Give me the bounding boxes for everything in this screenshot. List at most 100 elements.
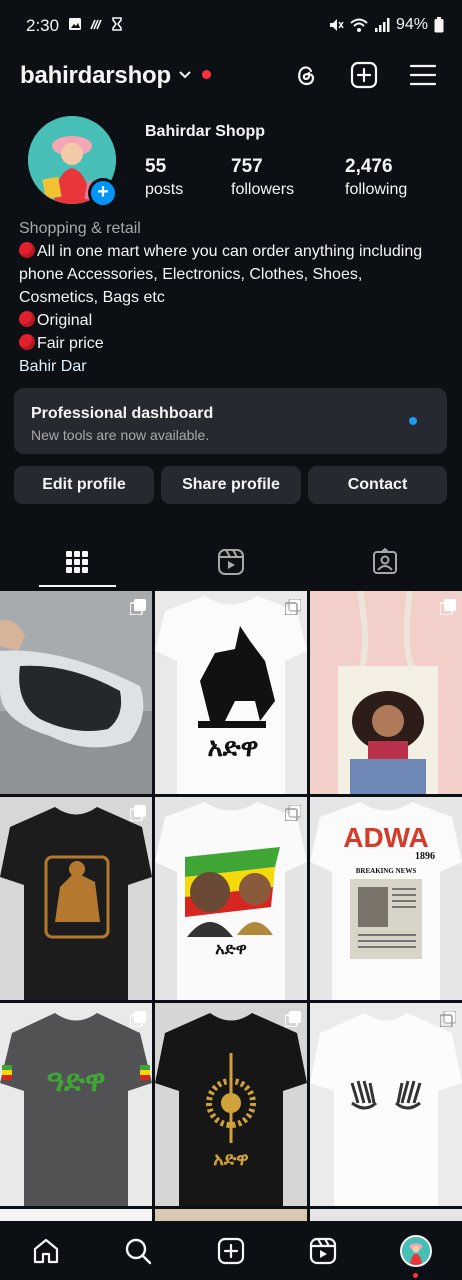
- profile-bio: Shopping & retail All in one mart where …: [19, 217, 449, 378]
- red-circle-icon: [19, 242, 35, 258]
- red-circle-icon: [19, 311, 35, 327]
- notification-dot: [202, 70, 211, 79]
- following-count: 2,476: [345, 156, 393, 177]
- multiple-posts-icon: [130, 805, 146, 821]
- bio-text: Fair price: [37, 335, 104, 352]
- post-grey-tshirt[interactable]: ዓድዋ: [0, 1003, 152, 1206]
- profile-header: bahirdarshop: [0, 52, 462, 100]
- multiple-posts-icon: [440, 599, 456, 615]
- chevron-down-icon[interactable]: [178, 70, 192, 80]
- status-bar: 2:30 94%: [0, 0, 462, 52]
- profile-avatar: [400, 1235, 432, 1267]
- nav-profile[interactable]: [400, 1235, 432, 1267]
- post-image: [310, 1003, 462, 1206]
- bio-line: Original: [19, 309, 449, 332]
- bio-line: Fair price: [19, 332, 449, 355]
- post-image: ADWA 1896 BREAKING NEWS: [310, 797, 462, 1000]
- create-icon: [217, 1237, 245, 1265]
- profile-tabs: [0, 536, 462, 588]
- status-time: 2:30: [26, 16, 60, 35]
- dashboard-subtitle: New tools are now available.: [31, 427, 210, 443]
- post-partial[interactable]: [310, 1209, 462, 1221]
- post-partial[interactable]: [0, 1209, 152, 1221]
- threads-button[interactable]: [291, 60, 321, 90]
- mute-icon: [329, 19, 344, 31]
- post-horseman-tshirt[interactable]: አድዋ: [155, 591, 307, 794]
- post-caption: BREAKING NEWS: [356, 867, 417, 875]
- multiple-posts-icon: [440, 1011, 456, 1027]
- post-text: አድዋ: [213, 1149, 248, 1170]
- location-link[interactable]: Bahir Dar: [19, 355, 449, 378]
- contact-button[interactable]: Contact: [308, 466, 447, 504]
- add-story-button[interactable]: +: [88, 178, 118, 208]
- wifi-calling-icon: [90, 19, 102, 30]
- bottom-navigation: [0, 1221, 462, 1280]
- share-profile-button[interactable]: Share profile: [161, 466, 301, 504]
- display-name: Bahirdar Shopp: [145, 123, 266, 140]
- post-adwa-newspaper-tshirt[interactable]: ADWA 1896 BREAKING NEWS: [310, 797, 462, 1000]
- wifi-icon: [350, 18, 368, 32]
- post-text: አድዋ: [207, 733, 258, 763]
- post-hands-tshirt[interactable]: [310, 1003, 462, 1206]
- category-label: Shopping & retail: [19, 220, 141, 237]
- nav-search[interactable]: [122, 1235, 154, 1267]
- post-text: ዓድዋ: [46, 1064, 105, 1099]
- nav-reels[interactable]: [307, 1235, 339, 1267]
- post-image: [310, 591, 462, 794]
- multiple-posts-icon: [130, 1011, 146, 1027]
- tab-reels[interactable]: [154, 536, 308, 588]
- following-label: following: [345, 181, 408, 198]
- bio-line: All in one mart where you can order anyt…: [19, 240, 449, 263]
- menu-icon: [409, 64, 437, 86]
- create-button[interactable]: [349, 60, 379, 90]
- post-year: 1896: [415, 851, 435, 862]
- profile-avatar[interactable]: +: [28, 116, 118, 208]
- create-icon: [350, 61, 378, 89]
- post-partial[interactable]: [155, 1209, 307, 1221]
- post-portraits-tshirt[interactable]: አድዋ: [155, 797, 307, 1000]
- menu-button[interactable]: [408, 60, 438, 90]
- nav-home[interactable]: [30, 1235, 62, 1267]
- professional-dashboard-card[interactable]: Professional dashboard New tools are now…: [14, 388, 447, 454]
- multiple-posts-icon: [285, 805, 301, 821]
- notification-dot: [413, 1273, 418, 1278]
- multiple-posts-icon: [285, 599, 301, 615]
- multiple-posts-icon: [130, 599, 146, 615]
- post-shield-tshirt[interactable]: አድዋ: [155, 1003, 307, 1206]
- post-image: ዓድዋ: [0, 1003, 152, 1206]
- avatar-photo: [402, 1237, 430, 1265]
- battery-icon: [434, 17, 444, 33]
- multiple-posts-icon: [285, 1011, 301, 1027]
- tab-tagged[interactable]: [308, 536, 462, 588]
- search-icon: [125, 1238, 152, 1265]
- post-text: አድዋ: [215, 939, 246, 958]
- nav-create[interactable]: [215, 1235, 247, 1267]
- tagged-icon: [373, 548, 397, 574]
- post-black-tshirt-emblem[interactable]: [0, 797, 152, 1000]
- tab-posts[interactable]: [0, 536, 154, 588]
- post-sunglasses[interactable]: [0, 591, 152, 794]
- image-icon: [69, 18, 81, 30]
- post-text: ADWA: [343, 822, 429, 853]
- threads-icon: [298, 66, 315, 86]
- bio-text: All in one mart where you can order anyt…: [37, 243, 423, 260]
- home-icon: [33, 1238, 59, 1264]
- stat-following[interactable]: 2,476 following: [345, 156, 407, 199]
- stat-posts[interactable]: 55 posts: [145, 156, 183, 199]
- bio-line: Cosmetics, Bags etc: [19, 289, 165, 306]
- bio-text: Original: [37, 312, 93, 329]
- post-image: አድዋ: [155, 1003, 307, 1206]
- posts-label: posts: [145, 181, 184, 198]
- posts-grid: አድዋ አድዋ ADWA 1896 BREAKING NEWS ዓድዋ አድዋ: [0, 591, 462, 1221]
- followers-label: followers: [231, 181, 295, 198]
- active-tab-indicator: [39, 585, 116, 587]
- signal-icon: [374, 18, 390, 32]
- post-image: [0, 591, 152, 794]
- dashboard-title: Professional dashboard: [31, 405, 214, 422]
- stat-followers[interactable]: 757 followers: [231, 156, 294, 199]
- username-switcher[interactable]: bahirdarshop: [20, 62, 171, 90]
- reels-icon: [218, 549, 244, 575]
- edit-profile-button[interactable]: Edit profile: [14, 466, 154, 504]
- reels-icon: [309, 1237, 337, 1265]
- post-tote-bag[interactable]: [310, 591, 462, 794]
